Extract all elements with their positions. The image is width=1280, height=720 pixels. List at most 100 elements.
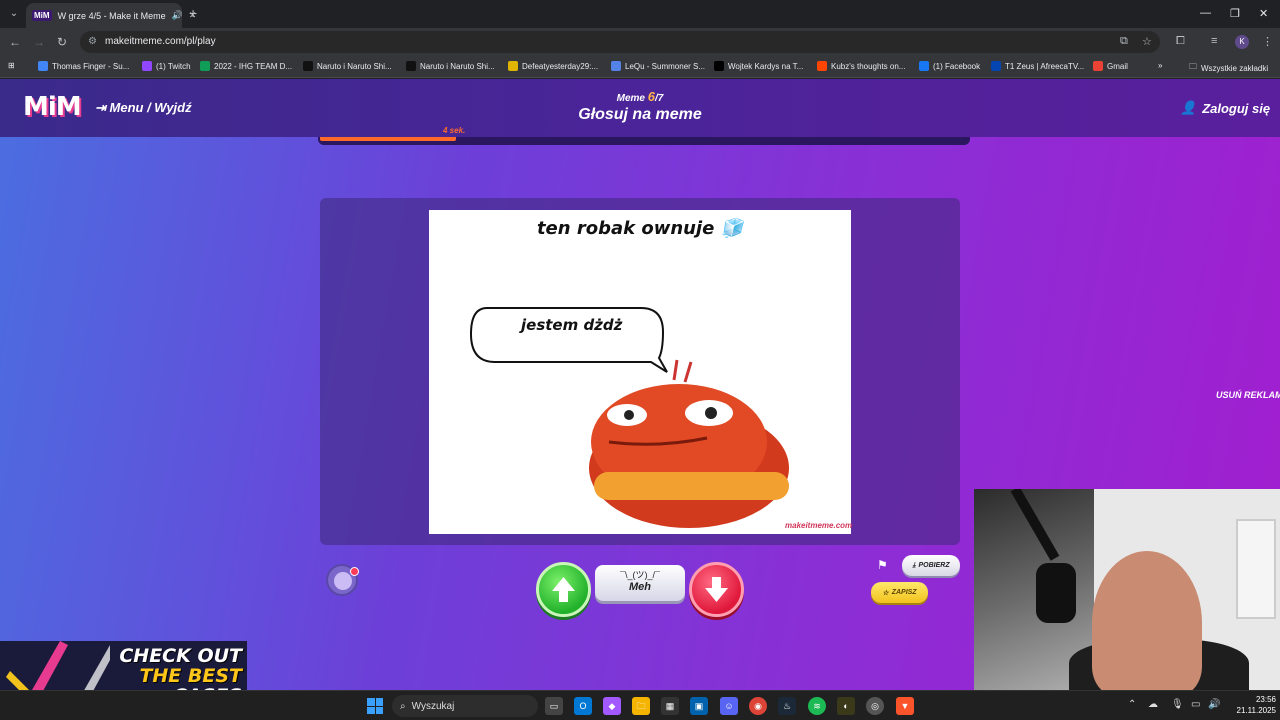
report-flag-icon[interactable]: ⚑ <box>877 558 888 572</box>
bookmark-item[interactable]: Thomas Finger - Su... <box>38 61 129 71</box>
worm-right-pupil <box>705 407 717 419</box>
download-button[interactable]: ⤓ POBIERZ <box>902 555 960 576</box>
store-icon[interactable]: ▦ <box>661 697 679 715</box>
star-icon: ☆ <box>882 589 889 597</box>
bookmark-item[interactable]: Defeatyesterday29:... <box>508 61 598 71</box>
speaker-icon[interactable]: 🔊 <box>172 10 183 21</box>
site-info-icon[interactable]: ⚙ <box>88 36 97 47</box>
tab-search-icon[interactable]: ⌄ <box>6 6 22 22</box>
windows-taskbar: ⌕ Wyszukaj ▭ O ◆ 🗀 ▦ ▣ ☺ ◉ ♨ ≋ ◐ ◎ ▼ ⌃ ☁… <box>0 690 1280 720</box>
file-explorer-icon[interactable]: 🗀 <box>632 697 650 715</box>
apps-icon[interactable]: ⊞ <box>8 61 15 70</box>
more-menu-icon[interactable]: ⋮ <box>1262 35 1273 48</box>
brave-icon[interactable]: ▼ <box>896 697 914 715</box>
download-icon: ⤓ <box>912 561 916 569</box>
reload-icon[interactable]: ↻ <box>57 35 67 49</box>
tab-title: W grze 4/5 - Make it Meme <box>57 10 166 21</box>
remove-ads-link[interactable]: USUŃ REKLAMY <box>1216 390 1280 400</box>
timer-progress-track <box>318 137 970 145</box>
mic-arm <box>1010 489 1060 561</box>
w-icon <box>406 61 416 71</box>
install-app-icon[interactable]: ⧉ <box>1120 35 1128 48</box>
taskbar-search[interactable]: ⌕ Wyszukaj <box>392 695 538 717</box>
remote-desktop-icon[interactable]: ▣ <box>690 697 708 715</box>
chrome-icon[interactable]: ◉ <box>749 697 767 715</box>
volume-icon[interactable]: 🔊 <box>1208 699 1220 710</box>
smiley-icon <box>334 572 352 590</box>
bookmark-item[interactable]: Kubz's thoughts on... <box>817 61 905 71</box>
minimize-icon[interactable]: — <box>1200 7 1211 19</box>
meh-button[interactable]: ¯\_(ツ)_/¯ Meh <box>595 565 685 601</box>
twitch-icon <box>142 61 152 71</box>
restore-icon[interactable]: ❐ <box>1230 7 1240 20</box>
copilot-icon[interactable]: ◆ <box>603 697 621 715</box>
bookmark-item[interactable]: 2022 - IHG TEAM D... <box>200 61 292 71</box>
tray-overflow-icon[interactable]: ⌃ <box>1128 699 1136 710</box>
page-title: Głosuj na meme <box>578 106 702 123</box>
doc-icon <box>38 61 48 71</box>
bookmark-item[interactable]: (1) Facebook <box>919 61 980 71</box>
counter-total: /7 <box>655 93 664 104</box>
ad-line1: CHECK OUT <box>119 645 242 667</box>
new-tab-button[interactable]: + <box>189 6 197 20</box>
media-controls-icon[interactable]: ≡ <box>1211 35 1217 47</box>
bookmark-label: Kubz's thoughts on... <box>831 61 906 71</box>
bookmark-label: (1) Facebook <box>933 61 981 71</box>
taskbar-clock[interactable]: 23:56 21.11.2025 <box>1226 694 1276 716</box>
speech-bubble-text: jestem dżdż <box>521 316 623 334</box>
taskbar-search-label: Wyszukaj <box>411 700 455 712</box>
login-label: Zaloguj się <box>1202 100 1271 116</box>
browser-toolbar: ← → ↻ ⚙ makeitmeme.com/pl/play ⧉ ☆ ⧠ ≡ ⋮ <box>0 28 1280 56</box>
v-icon <box>508 61 518 71</box>
windows-start-icon[interactable] <box>367 698 383 714</box>
more-bookmarks-icon[interactable]: » <box>1158 61 1162 70</box>
all-bookmarks-folder[interactable]: 🗀 Wszystkie zakładki <box>1189 61 1268 75</box>
bookmark-star-icon[interactable]: ☆ <box>1142 35 1152 48</box>
afreeca-icon <box>991 61 1001 71</box>
spotify-icon[interactable]: ≋ <box>808 697 826 715</box>
microphone-icon[interactable]: 🎙 <box>1171 699 1184 710</box>
w-icon <box>303 61 313 71</box>
bookmark-label: Gmail <box>1107 61 1128 71</box>
bookmark-item[interactable]: (1) Twitch <box>142 61 191 71</box>
network-icon[interactable]: ▭ <box>1191 699 1200 710</box>
bookmark-item[interactable]: Naruto i Naruto Shi... <box>303 61 392 71</box>
worm-stripe <box>594 472 789 500</box>
bookmark-item[interactable]: Gmail <box>1093 61 1128 71</box>
tray-app-icon[interactable]: ☁ <box>1148 699 1158 710</box>
timer-progress-fill <box>320 137 457 141</box>
bookmark-item[interactable]: LeQu - Summoner S... <box>611 61 705 71</box>
meme-watermark: makeitmeme.com <box>785 521 853 530</box>
site-logo[interactable]: MiM <box>23 92 82 122</box>
login-button[interactable]: 👤 Zaloguj się <box>1180 100 1270 116</box>
address-bar[interactable]: ⚙ makeitmeme.com/pl/play ⧉ ☆ <box>80 31 1160 53</box>
forward-icon[interactable]: → <box>33 35 45 49</box>
site-header: MiM ⇥ Menu / Wyjdź Meme 6/7 Głosuj na me… <box>0 79 1280 137</box>
downvote-button[interactable] <box>689 562 744 617</box>
bookmark-item[interactable]: Wojtek Kardys na T... <box>714 61 803 71</box>
emoji-reaction-button[interactable] <box>326 564 359 596</box>
profile-avatar[interactable]: K <box>1235 35 1249 49</box>
counter-current: 6 <box>647 89 656 104</box>
bookmark-item[interactable]: T1 Zeus | AfreecaTV... <box>991 61 1084 71</box>
back-icon[interactable]: ← <box>9 35 21 49</box>
outlook-icon[interactable]: O <box>574 697 592 715</box>
task-view-icon[interactable]: ▭ <box>545 697 563 715</box>
upvote-button[interactable] <box>536 562 591 617</box>
exit-icon: ⇥ <box>95 100 110 115</box>
webcam-overlay <box>974 489 1280 695</box>
app-icon[interactable]: ◐ <box>837 697 855 715</box>
menu-exit-button[interactable]: ⇥ Menu / Wyjdź <box>95 100 192 116</box>
url-text[interactable]: makeitmeme.com/pl/play <box>105 36 216 47</box>
close-window-icon[interactable]: ✕ <box>1259 7 1268 20</box>
save-button[interactable]: ☆ ZAPISZ <box>871 582 928 603</box>
discord-icon[interactable]: ☺ <box>720 697 738 715</box>
meme-counter: Meme 6/7 <box>560 89 720 104</box>
extensions-icon[interactable]: ⧠ <box>1176 35 1185 48</box>
obs-icon[interactable]: ◎ <box>866 697 884 715</box>
browser-tab-active[interactable]: MiM W grze 4/5 - Make it Meme 🔊 ✕ <box>26 3 196 28</box>
worm-left-pupil <box>624 410 634 420</box>
steam-icon[interactable]: ♨ <box>778 697 796 715</box>
meme-image: ten robak ownuje 🧊 jestem dżdż makeitmem… <box>429 210 853 534</box>
bookmark-item[interactable]: Naruto i Naruto Shi... <box>406 61 495 71</box>
